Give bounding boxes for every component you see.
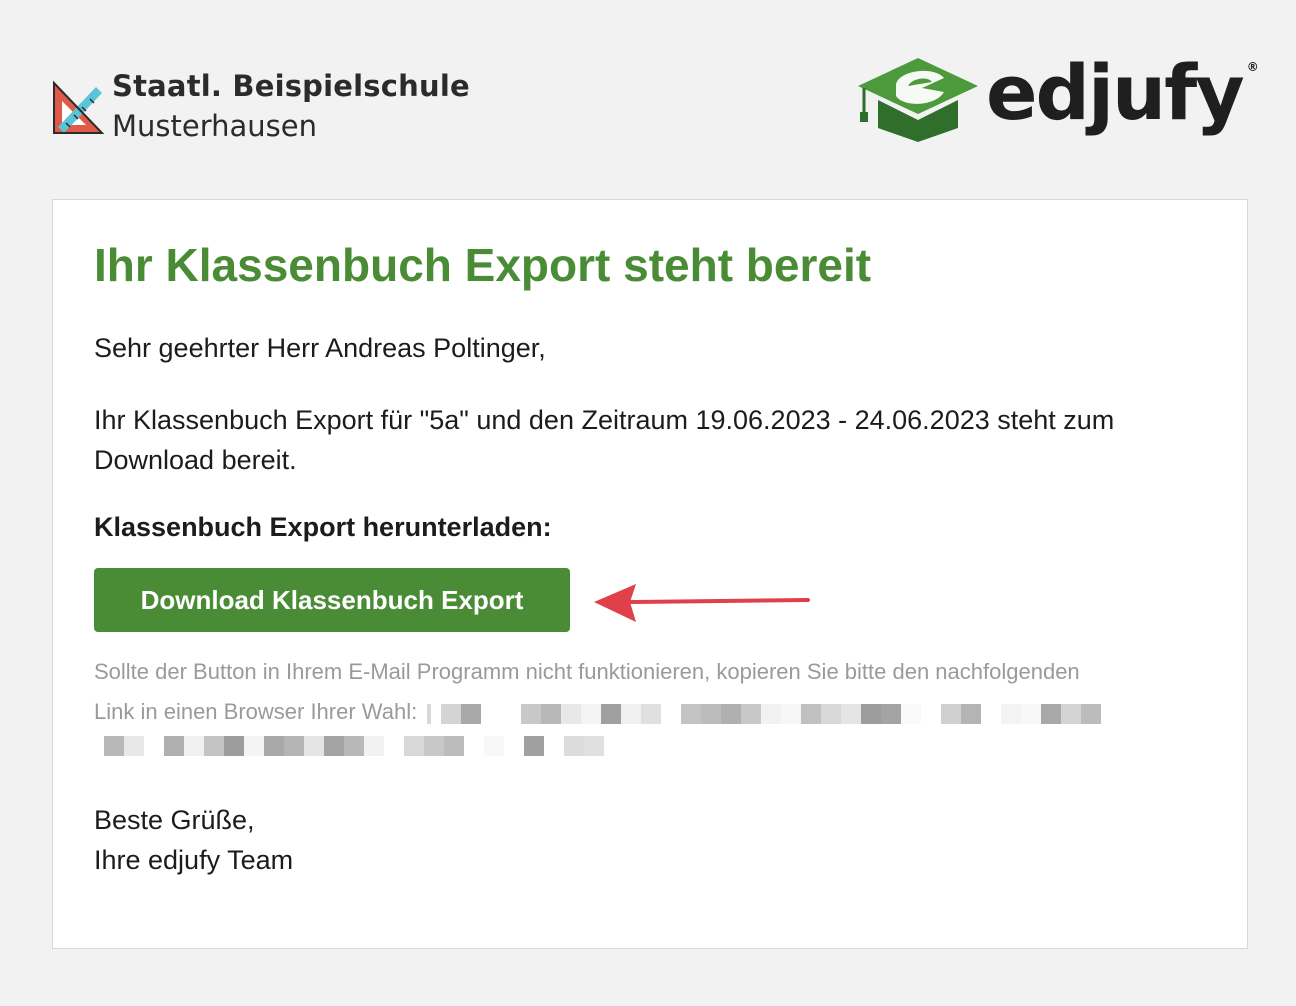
hint-line-2-text: Link in einen Browser Ihrer Wahl: [94, 699, 418, 724]
email-card: Ihr Klassenbuch Export steht bereit Sehr… [52, 199, 1248, 949]
download-heading: Klassenbuch Export herunterladen: [94, 512, 552, 542]
school-logo: Staatl. Beispielschule Musterhausen [52, 66, 470, 146]
registered-mark: ® [1246, 59, 1259, 74]
link-hint: Sollte der Button in Ihrem E-Mail Progra… [94, 652, 1194, 732]
hint-line-1: Sollte der Button in Ihrem E-Mail Progra… [94, 659, 1080, 684]
edjufy-logo: edjufy ® [856, 47, 1259, 142]
school-name: Staatl. Beispielschule Musterhausen [112, 66, 470, 146]
signature: Ihre edjufy Team [94, 845, 294, 875]
set-square-ruler-icon [53, 80, 105, 134]
download-button[interactable]: Download Klassenbuch Export [94, 568, 570, 632]
graduation-cap-e-icon [858, 58, 978, 142]
email-title: Ihr Klassenbuch Export steht bereit [94, 239, 872, 291]
brand-name-text: edjufy [986, 47, 1245, 137]
body-text: Ihr Klassenbuch Export für "5a" und den … [94, 405, 1115, 475]
school-name-line2: Musterhausen [112, 109, 317, 143]
redacted-link[interactable] [427, 693, 1102, 733]
closing: Beste Grüße, [94, 805, 255, 835]
redacted-link-continued[interactable] [104, 736, 604, 756]
brand-name: edjufy ® [986, 47, 1259, 137]
school-name-line1: Staatl. Beispielschule [112, 69, 470, 103]
greeting: Sehr geehrter Herr Andreas Poltinger, [94, 333, 546, 363]
hint-line-2: Link in einen Browser Ihrer Wahl: [94, 692, 1194, 732]
signoff: Beste Grüße, Ihre edjufy Team [94, 800, 293, 880]
red-arrow-annotation [594, 584, 810, 622]
email-page: Staatl. Beispielschule Musterhausen edju… [0, 0, 1296, 1006]
